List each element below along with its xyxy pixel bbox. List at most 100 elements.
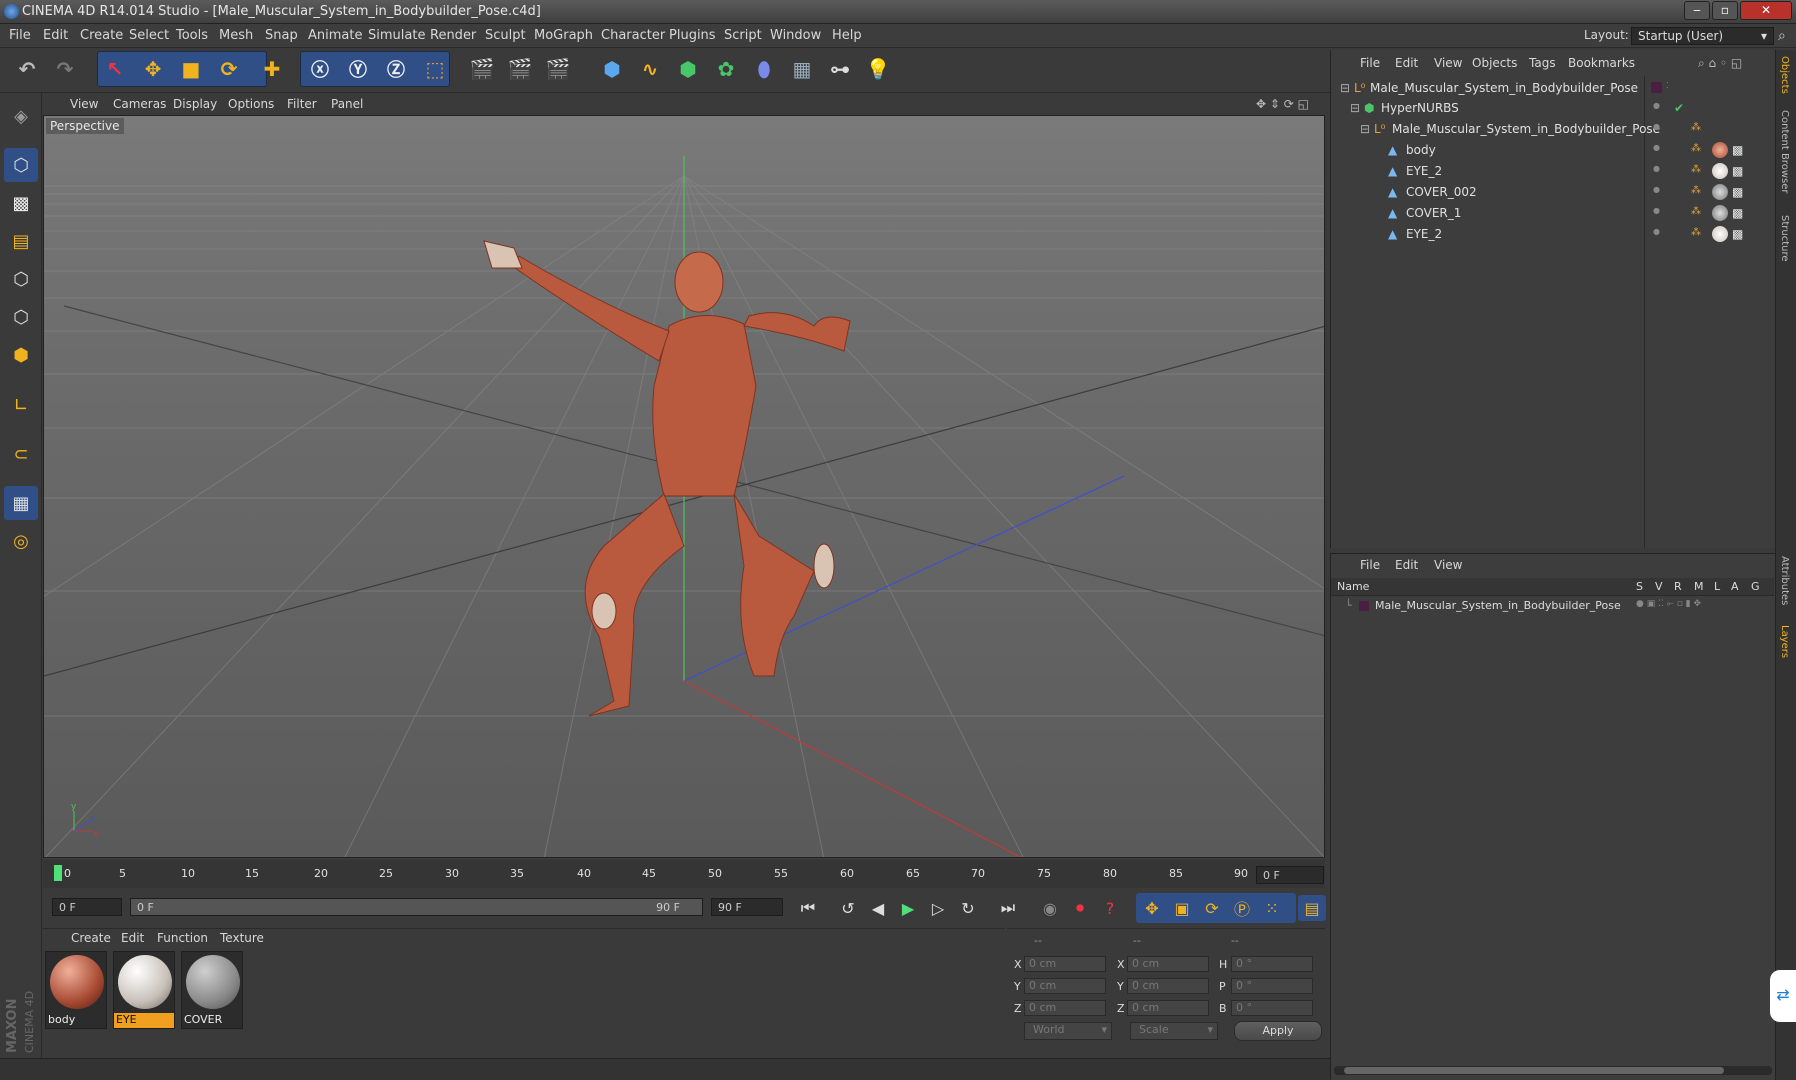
rotation-p-field[interactable]: 0 ° bbox=[1231, 978, 1313, 994]
material-tag-icon[interactable] bbox=[1712, 163, 1728, 179]
col-animation[interactable]: A bbox=[1731, 580, 1739, 593]
material-texture-menu[interactable]: Texture bbox=[220, 931, 264, 945]
position-x-field[interactable]: 0 cm bbox=[1024, 956, 1106, 972]
menu-render[interactable]: Render bbox=[430, 28, 476, 43]
points-mode-icon[interactable]: ⬡ bbox=[4, 262, 38, 296]
layer-row[interactable]: └ Male_Muscular_System_in_Bodybuilder_Po… bbox=[1331, 597, 1774, 615]
col-manager[interactable]: M bbox=[1694, 580, 1704, 593]
menu-snap[interactable]: Snap bbox=[265, 28, 298, 43]
object-row[interactable]: ⊟ ⬢ HyperNURBS ● ✔ bbox=[1332, 98, 1772, 118]
uvw-tag-icon[interactable]: ▩ bbox=[1732, 206, 1743, 220]
om-toolbar-icons[interactable]: ⌕ ⌂ ◦ ◱ bbox=[1698, 56, 1742, 71]
model-mode-icon[interactable]: ⬡ bbox=[4, 148, 38, 182]
move-icon[interactable]: ✥ bbox=[136, 51, 170, 87]
go-to-start-icon[interactable]: ⏮ bbox=[794, 895, 822, 921]
start-frame-field[interactable]: 0 F bbox=[52, 898, 122, 916]
autokey-icon[interactable]: ⏺ bbox=[1066, 895, 1094, 921]
phong-tag-icon[interactable]: ⁂ bbox=[1691, 143, 1701, 154]
object-row[interactable]: ▲ body ● ⁂ ▩ bbox=[1332, 140, 1772, 160]
om-file-menu[interactable]: File bbox=[1360, 56, 1380, 70]
menu-create[interactable]: Create bbox=[80, 28, 123, 43]
material-tag-icon[interactable] bbox=[1712, 142, 1728, 158]
tag-icon[interactable]: ⁂ bbox=[1691, 122, 1701, 133]
menu-select[interactable]: Select bbox=[129, 28, 169, 43]
viewport-nav-icons[interactable]: ✥ ⇕ ⟳ ◱ bbox=[1256, 97, 1309, 111]
record-keys-icon[interactable]: ◉ bbox=[1036, 895, 1064, 921]
3d-viewport[interactable]: y x z bbox=[43, 115, 1325, 858]
coordinate-space-select[interactable]: World ▾ bbox=[1024, 1022, 1112, 1040]
collapse-icon[interactable]: ⊟ bbox=[1340, 81, 1350, 95]
col-generators[interactable]: G bbox=[1751, 580, 1760, 593]
cube-icon[interactable]: ⬢ bbox=[595, 51, 629, 87]
side-tab-layers[interactable]: Layers bbox=[1779, 625, 1790, 658]
next-key-icon[interactable]: ↻ bbox=[954, 895, 982, 921]
previous-key-icon[interactable]: ↺ bbox=[834, 895, 862, 921]
minimize-button[interactable]: ‒ bbox=[1684, 1, 1710, 20]
om-view-menu[interactable]: View bbox=[1434, 56, 1462, 70]
visibility-dots[interactable]: ● bbox=[1653, 101, 1660, 110]
material-cover[interactable]: COVER bbox=[181, 951, 243, 1029]
menu-plugins[interactable]: Plugins bbox=[669, 28, 716, 43]
key-pla-icon[interactable]: ⁙ bbox=[1258, 895, 1286, 921]
scene-icon[interactable]: ▦ bbox=[785, 51, 819, 87]
size-mode-select[interactable]: Scale ▾ bbox=[1130, 1022, 1218, 1040]
uvw-tag-icon[interactable]: ▩ bbox=[1732, 227, 1743, 241]
om-bookmarks-menu[interactable]: Bookmarks bbox=[1568, 56, 1635, 70]
object-row[interactable]: ⊟ L⁰ Male_Muscular_System_in_Bodybuilder… bbox=[1332, 78, 1772, 98]
menu-animate[interactable]: Animate bbox=[308, 28, 362, 43]
key-scale-icon[interactable]: ▣ bbox=[1168, 895, 1196, 921]
object-row[interactable]: ▲ COVER_002 ● ⁂ ▩ bbox=[1332, 182, 1772, 202]
layer-color-swatch[interactable] bbox=[1359, 601, 1369, 611]
render-view-icon[interactable]: 🎬 bbox=[465, 51, 499, 87]
lm-edit-menu[interactable]: Edit bbox=[1395, 558, 1418, 572]
side-tab-structure[interactable]: Structure bbox=[1779, 215, 1790, 262]
menu-sculpt[interactable]: Sculpt bbox=[485, 28, 526, 43]
size-z-field[interactable]: 0 cm bbox=[1127, 1000, 1209, 1016]
menu-file[interactable]: File bbox=[9, 28, 31, 43]
object-row[interactable]: ▲ COVER_1 ● ⁂ ▩ bbox=[1332, 203, 1772, 223]
enabled-check-icon[interactable]: ✔ bbox=[1674, 101, 1684, 115]
size-y-field[interactable]: 0 cm bbox=[1127, 978, 1209, 994]
workplane-lock-icon[interactable]: ▦ bbox=[4, 486, 38, 520]
side-tab-attributes[interactable]: Attributes bbox=[1779, 556, 1790, 605]
spline-icon[interactable]: ∿ bbox=[633, 51, 667, 87]
viewport-cameras-menu[interactable]: Cameras bbox=[113, 97, 166, 111]
edges-mode-icon[interactable]: ⬡ bbox=[4, 300, 38, 334]
object-row[interactable]: ▲ EYE_2 ● ⁂ ▩ bbox=[1332, 224, 1772, 244]
om-tags-menu[interactable]: Tags bbox=[1529, 56, 1556, 70]
object-row[interactable]: ▲ EYE_2 ● ⁂ ▩ bbox=[1332, 161, 1772, 181]
redo-icon[interactable]: ↷ bbox=[48, 51, 82, 87]
scale-icon[interactable]: ■ bbox=[174, 51, 208, 87]
previous-frame-icon[interactable]: ◀ bbox=[864, 895, 892, 921]
size-x-field[interactable]: 0 cm bbox=[1127, 956, 1209, 972]
material-body[interactable]: body bbox=[45, 951, 107, 1029]
menu-script[interactable]: Script bbox=[724, 28, 762, 43]
light-icon[interactable]: 💡 bbox=[861, 51, 895, 87]
phong-tag-icon[interactable]: ⁂ bbox=[1691, 185, 1701, 196]
collapse-icon[interactable]: ⊟ bbox=[1360, 122, 1370, 136]
material-function-menu[interactable]: Function bbox=[157, 931, 208, 945]
polygons-mode-icon[interactable]: ⬢ bbox=[4, 338, 38, 372]
visibility-dots[interactable]: ⁚ bbox=[1666, 81, 1669, 90]
phong-tag-icon[interactable]: ⁂ bbox=[1691, 164, 1701, 175]
undo-icon[interactable]: ↶ bbox=[10, 51, 44, 87]
visibility-dots[interactable]: ● bbox=[1653, 164, 1660, 173]
camera-icon[interactable]: ⊶ bbox=[823, 51, 857, 87]
viewport-filter-menu[interactable]: Filter bbox=[287, 97, 317, 111]
position-z-field[interactable]: 0 cm bbox=[1024, 1000, 1106, 1016]
menu-simulate[interactable]: Simulate bbox=[368, 28, 425, 43]
viewport-display-menu[interactable]: Display bbox=[173, 97, 217, 111]
rotate-icon[interactable]: ⟳ bbox=[212, 51, 246, 87]
position-y-field[interactable]: 0 cm bbox=[1024, 978, 1106, 994]
next-frame-icon[interactable]: ▷ bbox=[924, 895, 952, 921]
playhead[interactable] bbox=[54, 865, 62, 881]
side-tab-content-browser[interactable]: Content Browser bbox=[1779, 110, 1790, 193]
om-edit-menu[interactable]: Edit bbox=[1395, 56, 1418, 70]
menu-mesh[interactable]: Mesh bbox=[219, 28, 253, 43]
menu-edit[interactable]: Edit bbox=[43, 28, 68, 43]
timeline-ruler[interactable] bbox=[43, 860, 1325, 888]
uvw-tag-icon[interactable]: ▩ bbox=[1732, 164, 1743, 178]
menu-tools[interactable]: Tools bbox=[176, 28, 208, 43]
rotation-b-field[interactable]: 0 ° bbox=[1231, 1000, 1313, 1016]
maximize-button[interactable]: ▫ bbox=[1712, 1, 1738, 20]
